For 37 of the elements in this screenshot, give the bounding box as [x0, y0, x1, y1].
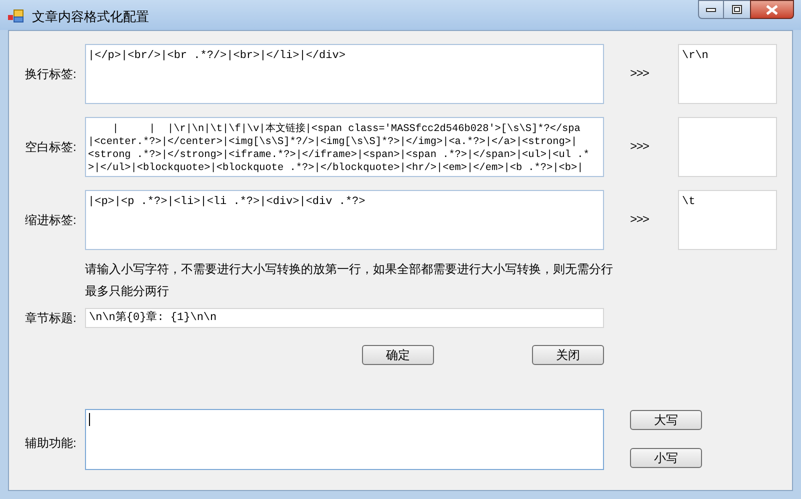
text-line: \r\n: [682, 50, 708, 62]
hint-text: 最多只能分两行: [85, 283, 170, 299]
field-label: 空白标签:: [25, 139, 78, 156]
text-line: | | |\r|\n|\t|\f|\v|本文链接|<span class='MASSfcc2d546b028'>[\s\S]*?</spa: [111, 123, 580, 136]
text-line: \t: [682, 196, 696, 208]
window-title: 文章内容格式化配置: [32, 8, 149, 26]
text-line: |<center.*?>|</center>|<img[\s\S]*?/>|<img[\s\S]*?>|</img>|<a.*?>|</a>|<strong>|: [88, 136, 578, 149]
arrow-text: >>>: [630, 66, 650, 83]
push-button[interactable]: 确定: [362, 345, 434, 365]
push-button[interactable]: 大写: [630, 410, 702, 430]
hint-text: 请输入小写字符，不需要进行大小写转换的放第一行，如果全部都需要进行大小写转换，则无需分行: [85, 261, 614, 277]
text-line: >|</ul>|<blockquote>|<blockquote .*?>|</blockquote>|<hr/>|<em>|</em>|<b .*?>|<b>|: [88, 162, 584, 175]
input-field[interactable]: \n\n第{0}章: {1}\n\n: [85, 308, 604, 328]
arrow-text: >>>: [630, 212, 650, 229]
text-area[interactable]: |</p>|<br/>|<br .*?/>|<br>|</li>|</div>: [85, 44, 604, 104]
field-label: 换行标签:: [25, 66, 78, 83]
push-button[interactable]: 小写: [630, 448, 702, 468]
minimize-icon: [706, 8, 716, 12]
text-area[interactable]: \t: [678, 190, 777, 250]
text-line: |</p>|<br/>|<br .*?/>|<br>|</li>|</div>: [88, 50, 346, 63]
text-cursor: [89, 413, 90, 426]
text-area[interactable]: [85, 117, 604, 177]
push-button[interactable]: 关闭: [532, 345, 604, 365]
close-icon: [766, 4, 778, 14]
app-icon: [8, 9, 24, 23]
close-button[interactable]: [750, 0, 794, 19]
minimize-button[interactable]: [698, 0, 724, 19]
field-label: 章节标题:: [25, 310, 78, 327]
maximize-icon: [732, 5, 742, 14]
text-area[interactable]: \r\n: [678, 44, 777, 104]
text-line: <strong .*?>|</strong>|<iframe.*?>|</iframe>|<span>|<span .*?>|</span>|<ul>|<ul .*: [88, 149, 590, 162]
text-area[interactable]: |<p>|<p .*?>|<li>|<li .*?>|<div>|<div .*?>: [85, 190, 604, 250]
field-label: 缩进标签:: [25, 212, 78, 229]
arrow-text: >>>: [630, 139, 650, 156]
text-line: |<p>|<p .*?>|<li>|<li .*?>|<div>|<div .*?>: [88, 196, 366, 209]
field-label: 辅助功能:: [25, 435, 78, 452]
maximize-button[interactable]: [724, 0, 750, 19]
